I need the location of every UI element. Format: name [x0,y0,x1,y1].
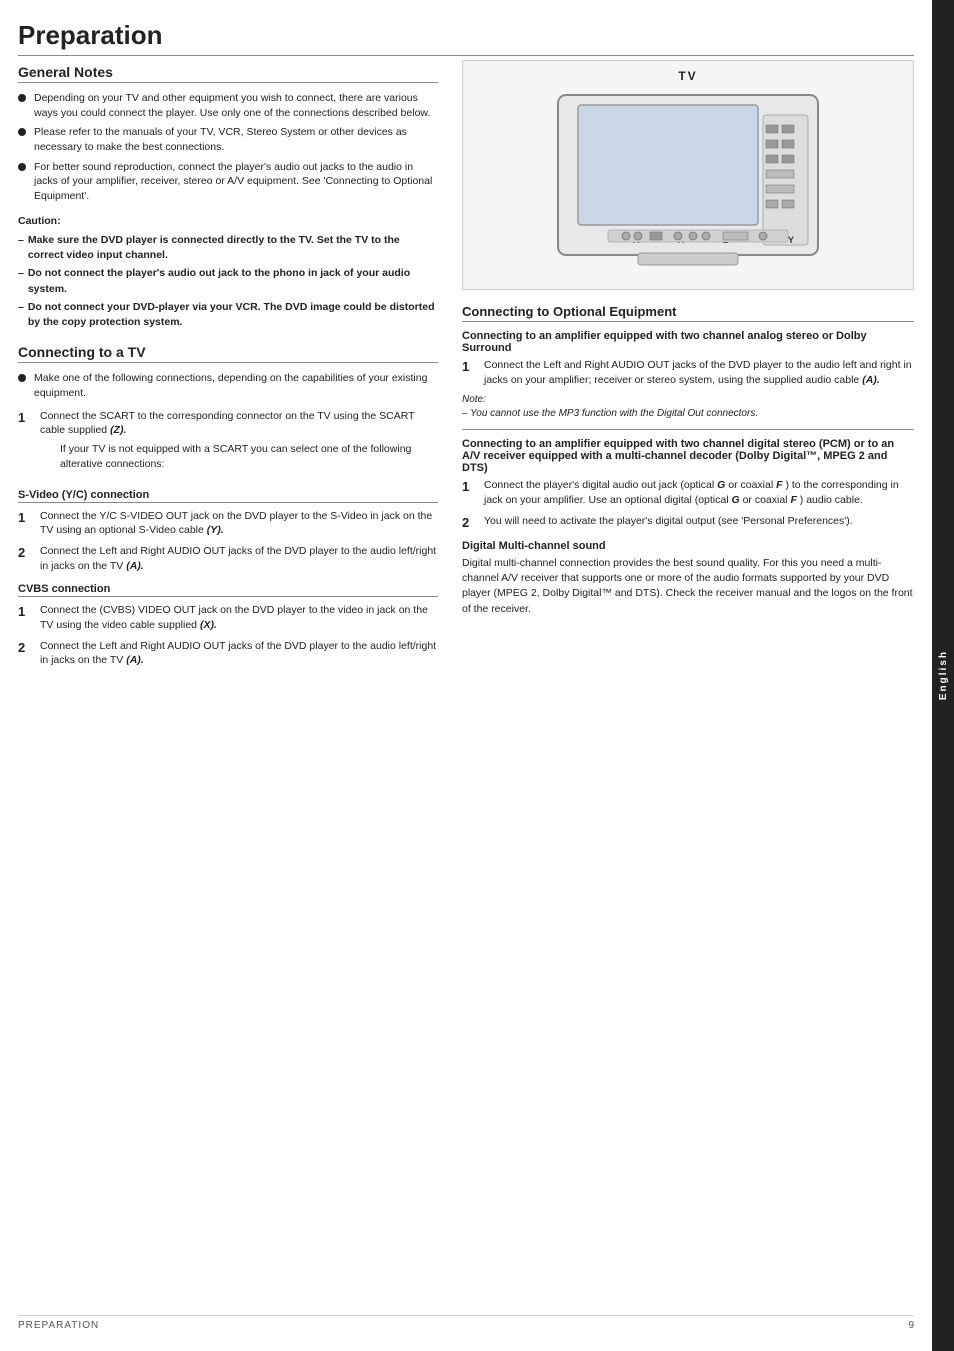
amp-digital-step-1: 1 Connect the player's digital audio out… [462,478,914,507]
note-block: Note: – You cannot use the MP3 function … [462,393,914,421]
caution-line: – Do not connect the player's audio out … [18,266,438,296]
amp-digital-step-2: 2 You will need to activate the player's… [462,514,914,532]
caution-line: – Make sure the DVD player is connected … [18,233,438,263]
optional-equipment-heading: Connecting to Optional Equipment [462,304,914,322]
page-container: Preparation General Notes Depending on y… [0,0,954,1351]
cvbs-heading: CVBS connection [18,583,438,597]
page-title: Preparation [18,20,914,56]
bullet-dot [18,374,26,382]
two-col-layout: General Notes Depending on your TV and o… [18,60,914,1299]
tv-diagram: TV [462,60,914,290]
cvbs-step-2: 2 Connect the Left and Right AUDIO OUT j… [18,639,438,668]
tv-diagram-svg: A X Z Y [538,75,838,275]
svideo-heading: S-Video (Y/C) connection [18,489,438,503]
tv-diagram-label: TV [678,69,697,83]
general-notes-heading: General Notes [18,64,438,83]
tv-bullets: Make one of the following connections, d… [18,371,438,400]
side-tab: English [932,0,954,1351]
footer-page-number: 9 [908,1320,914,1331]
list-item: Make one of the following connections, d… [18,371,438,400]
page-footer: Preparation 9 [18,1315,914,1331]
main-content: Preparation General Notes Depending on y… [0,0,932,1351]
svideo-step-2: 2 Connect the Left and Right AUDIO OUT j… [18,544,438,573]
list-item: Depending on your TV and other equipment… [18,91,438,120]
svideo-step-1: 1 Connect the Y/C S-VIDEO OUT jack on th… [18,509,438,538]
bullet-dot [18,163,26,171]
amplifier-digital-heading: Connecting to an amplifier equipped with… [462,438,914,474]
list-item: Please refer to the manuals of your TV, … [18,125,438,154]
digital-multi-text: Digital multi-channel connection provide… [462,556,914,617]
caution-line: – Do not connect your DVD-player via you… [18,300,438,330]
caution-title: Caution: [18,214,438,229]
amplifier-analog-heading: Connecting to an amplifier equipped with… [462,330,914,354]
side-tab-label: English [938,650,949,700]
right-column: TV [462,60,914,1299]
bullet-dot [18,94,26,102]
tv-step-1: 1 Connect the SCART to the corresponding… [18,409,438,479]
general-notes-bullets: Depending on your TV and other equipment… [18,91,438,204]
svg-text:Y: Y [788,235,794,245]
bullet-dot [18,128,26,136]
cvbs-step-1: 1 Connect the (CVBS) VIDEO OUT jack on t… [18,603,438,632]
list-item: For better sound reproduction, connect t… [18,160,438,204]
caution-block: Caution: – Make sure the DVD player is c… [18,214,438,331]
digital-multi-heading: Digital Multi-channel sound [462,540,914,552]
left-column: General Notes Depending on your TV and o… [18,60,438,1299]
connecting-tv-heading: Connecting to a TV [18,344,438,363]
divider [462,429,914,430]
amp-analog-step-1: 1 Connect the Left and Right AUDIO OUT j… [462,358,914,387]
footer-section-label: Preparation [18,1320,99,1331]
